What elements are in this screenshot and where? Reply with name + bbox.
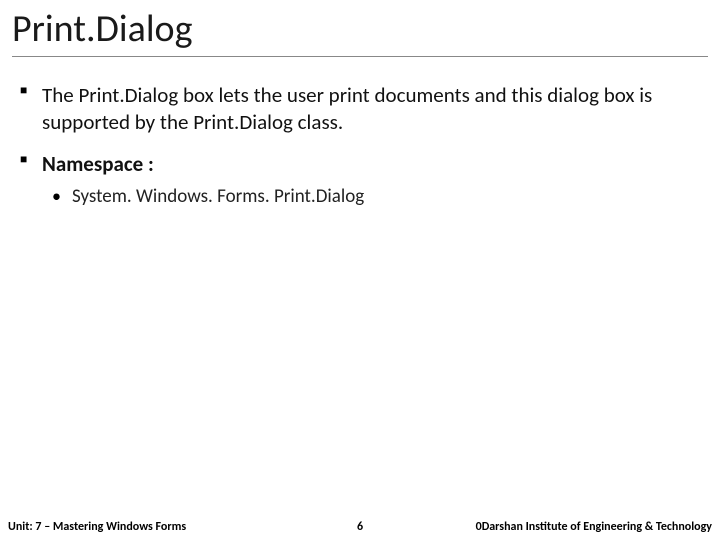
- footer: Unit: 7 – Mastering Windows Forms 6 0Dar…: [0, 512, 720, 534]
- sub-bullet-item: System. Windows. Forms. Print.Dialog: [42, 184, 702, 210]
- bullet-list: The Print.Dialog box lets the user print…: [18, 82, 702, 210]
- bullet-text: Namespace :: [42, 151, 154, 177]
- sub-bullet-list: System. Windows. Forms. Print.Dialog: [42, 184, 702, 210]
- slide: Print.Dialog The Print.Dialog box lets t…: [0, 0, 720, 540]
- footer-right: 0Darshan Institute of Engineering & Tech…: [476, 520, 712, 534]
- slide-body: The Print.Dialog box lets the user print…: [18, 82, 702, 224]
- bullet-item: Namespace : System. Windows. Forms. Prin…: [18, 151, 702, 210]
- slide-title: Print.Dialog: [12, 6, 708, 57]
- bullet-item: The Print.Dialog box lets the user print…: [18, 82, 702, 137]
- bullet-text: The Print.Dialog box lets the user print…: [42, 82, 652, 135]
- sub-bullet-text: System. Windows. Forms. Print.Dialog: [72, 185, 364, 208]
